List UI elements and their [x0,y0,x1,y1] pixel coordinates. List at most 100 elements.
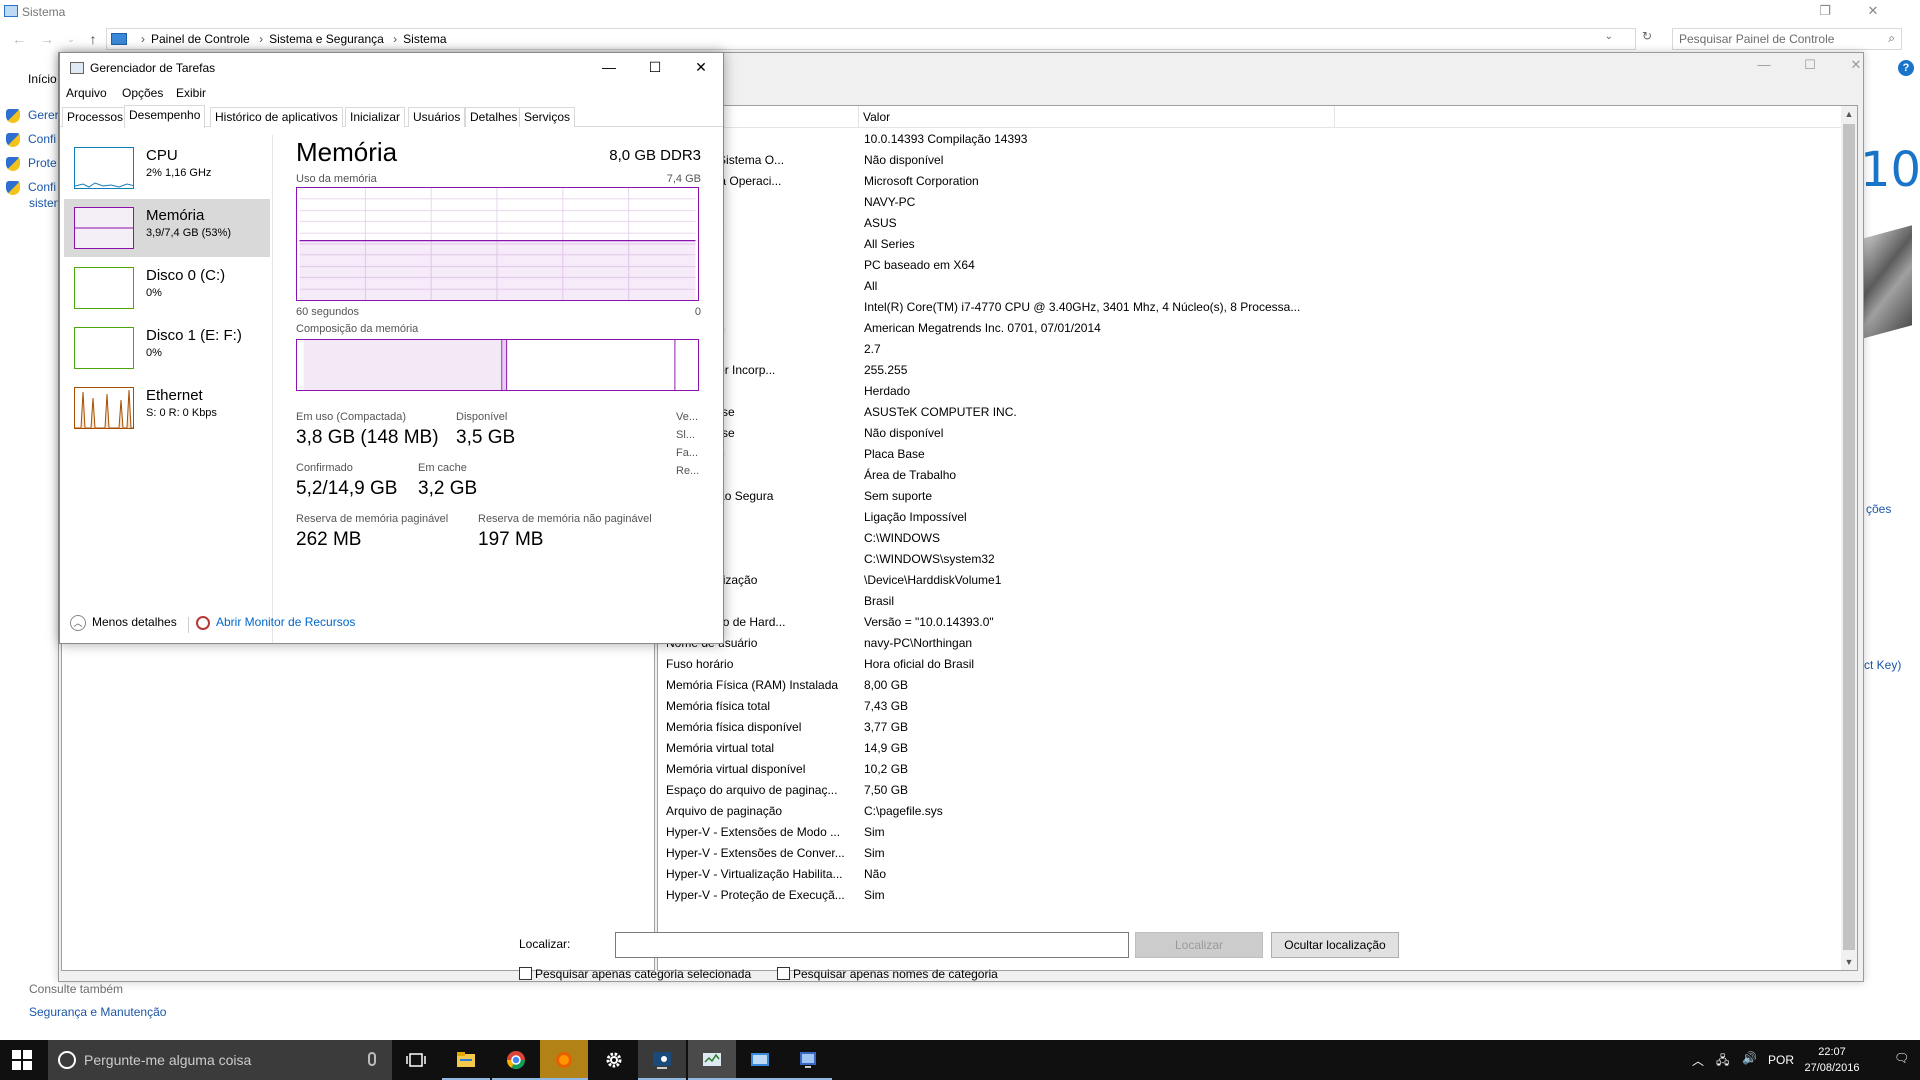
table-row[interactable]: WindowsC:\WINDOWS [658,529,1838,550]
microphone-icon[interactable] [368,1052,376,1066]
hide-find-button[interactable]: Ocultar localização [1271,932,1399,958]
windows-start-icon[interactable] [12,1050,32,1070]
system-summary-list[interactable]: Valor 10.0.14393 Compilação 14393 crição … [657,105,1858,971]
find-button[interactable]: Localizar [1135,932,1263,958]
fewer-details-button[interactable]: ︿ Menos detalhes [70,615,177,631]
maximize-icon[interactable]: ☐ [632,53,678,83]
table-row[interactable]: Hyper-V - Proteção de Execuçã... Sim [658,886,1838,907]
taskbar-firefox[interactable] [540,1040,588,1080]
table-row[interactable]: do Sistema Operaci...Microsoft Corporati… [658,172,1838,193]
task-view-button[interactable] [392,1040,440,1080]
tab-processes[interactable]: Processos [62,107,129,127]
column-header-value[interactable]: Valor [863,110,890,124]
table-row[interactable]: Memória virtual disponível 10,2 GB [658,760,1838,781]
task-manager-titlebar[interactable]: Gerenciador de Tarefas — ☐ ✕ [60,53,723,83]
table-row[interactable]: PlataformaÁrea de Trabalho [658,466,1838,487]
address-dropdown-icon[interactable]: ⌄ [1605,31,1613,42]
tab-users[interactable]: Usuários [408,107,466,127]
open-resource-monitor-link[interactable]: Abrir Monitor de Recursos [196,615,355,630]
tab-performance[interactable]: Desempenho [124,105,206,128]
table-row[interactable]: sistemaC:\WINDOWS\system32 [658,550,1838,571]
table-row[interactable]: stemaAll [658,277,1838,298]
sidebar-home-link[interactable]: Início [28,72,57,86]
address-bar[interactable]: › Painel de Controle › Sistema e Segurança… [106,28,1636,50]
vertical-scrollbar[interactable]: ▲ ▼ [1841,106,1857,970]
taskbar-control-panel[interactable] [736,1040,784,1080]
scrollbar-thumb[interactable] [1843,124,1855,950]
maximize-icon[interactable]: ☐ [1787,53,1833,79]
table-row[interactable]: orIntel(R) Core(TM) i7-4770 CPU @ 3.40GH… [658,298,1838,319]
taskbar-settings[interactable] [590,1040,638,1080]
taskbar-system-information[interactable] [784,1040,832,1080]
table-row[interactable]: e Abstração de Hard... Versão = "10.0.143… [658,613,1838,634]
table-row[interactable]: Hyper-V - Extensões de Modo ... Sim [658,823,1838,844]
resource-memory[interactable]: Memória 3,9/7,4 GB (53%) [64,199,270,257]
breadcrumb-system[interactable]: Sistema [403,32,446,46]
help-icon[interactable]: ? [1898,60,1914,76]
tab-startup[interactable]: Inicializar [345,107,406,127]
table-row[interactable]: a placa-baseNão disponível [658,424,1838,445]
tab-app-history[interactable]: Histórico de aplicativos [210,107,343,127]
minimize-icon[interactable]: — [1741,53,1787,79]
sidebar-item-device-manager[interactable]: Gerer [6,108,60,123]
table-row[interactable]: a placa-baseASUSTeK COMPUTER INC. [658,403,1838,424]
taskbar-task-manager[interactable] [688,1040,736,1080]
checkbox-icon[interactable] [777,967,790,980]
restore-icon[interactable]: ❐ [1802,0,1848,24]
search-icon[interactable]: ⌕ [1888,31,1895,46]
network-icon[interactable]: 🖧 [1716,1051,1729,1080]
menu-file[interactable]: Arquivo [66,86,107,100]
resource-cpu[interactable]: CPU 2% 1,16 GHz [64,139,270,197]
minimize-icon[interactable]: — [586,53,632,83]
menu-view[interactable]: Exibir [176,86,206,100]
sidebar-item-advanced-settings[interactable]: Confi [6,180,60,195]
table-row[interactable]: ta do BIOSAmerican Megatrends Inc. 0701,… [658,319,1838,340]
table-row[interactable]: eBrasil [658,592,1838,613]
up-icon[interactable]: ↑ [82,29,104,49]
table-row[interactable]: Memória Física (RAM) Instalada 8,00 GB [658,676,1838,697]
breadcrumb-system-security[interactable]: Sistema e Segurança [269,32,384,46]
resource-ethernet[interactable]: Ethernet S: 0 R: 0 Kbps [64,379,270,437]
sidebar-item-system-protection[interactable]: Prote [6,156,60,171]
notifications-icon[interactable]: 🗨 [1894,1051,1909,1080]
tab-details[interactable]: Detalhes [465,107,523,127]
table-row[interactable]: o de inicialização\Device\HarddiskVolume… [658,571,1838,592]
table-row[interactable]: Controlador Incorp...255.255 [658,361,1838,382]
table-row[interactable]: do sistemaASUS [658,214,1838,235]
table-row[interactable]: stemaPC baseado em X64 [658,256,1838,277]
resource-disk-0[interactable]: Disco 0 (C:) 0% [64,259,270,317]
table-row[interactable]: Arquivo de paginação C:\pagefile.sys [658,802,1838,823]
table-row[interactable]: o sistemaAll Series [658,235,1838,256]
show-hidden-icons-chevron-icon[interactable]: ︿ [1692,1052,1704,1080]
taskbar-chrome[interactable] [492,1040,540,1080]
table-row[interactable]: Espaço do arquivo de paginaç... 7,50 GB [658,781,1838,802]
table-row[interactable]: Hyper-V - Virtualização Habilita... Não [658,865,1838,886]
taskbar-file-explorer[interactable] [442,1040,490,1080]
input-language-indicator[interactable]: POR [1768,1053,1794,1080]
table-row[interactable]: crição do Sistema O... Não disponível [658,151,1838,172]
table-row[interactable]: Memória virtual total 14,9 GB [658,739,1838,760]
menu-options[interactable]: Opções [122,86,163,100]
scroll-up-icon[interactable]: ▲ [1841,106,1857,122]
security-maintenance-link[interactable]: Segurança e Manutenção [29,1005,166,1019]
close-icon[interactable]: ✕ [1833,53,1879,79]
product-key-link[interactable]: ct Key) [1864,658,1901,672]
sidebar-item-remote-settings[interactable]: Confi [6,132,60,147]
breadcrumb-control-panel[interactable]: Painel de Controle [151,32,250,46]
close-icon[interactable]: ✕ [678,53,724,83]
table-row[interactable]: placa-basePlaca Base [658,445,1838,466]
refresh-icon[interactable]: ↻ [1642,29,1652,43]
table-row[interactable]: Hyper-V - Extensões de Conver... Sim [658,844,1838,865]
back-icon[interactable]: ← [8,29,30,49]
forward-icon[interactable]: → [36,29,58,49]
table-row[interactable]: sistemaNAVY-PC [658,193,1838,214]
cortana-search-box[interactable]: Pergunte-me alguma coisa [48,1040,392,1080]
recent-dropdown-icon[interactable]: ⌄ [60,29,82,49]
tab-services[interactable]: Serviços [519,107,576,127]
taskbar-steam[interactable] [638,1040,686,1080]
search-selected-category-checkbox[interactable]: Pesquisar apenas categoria selecionada [519,967,751,981]
system-clock[interactable]: 22:07 27/08/2016 [1792,1044,1872,1076]
resource-disk-1[interactable]: Disco 1 (E: F:) 0% [64,319,270,377]
table-row[interactable]: Inicialização SeguraSem suporte [658,487,1838,508]
table-row[interactable]: 10.0.14393 Compilação 14393 [658,130,1838,151]
